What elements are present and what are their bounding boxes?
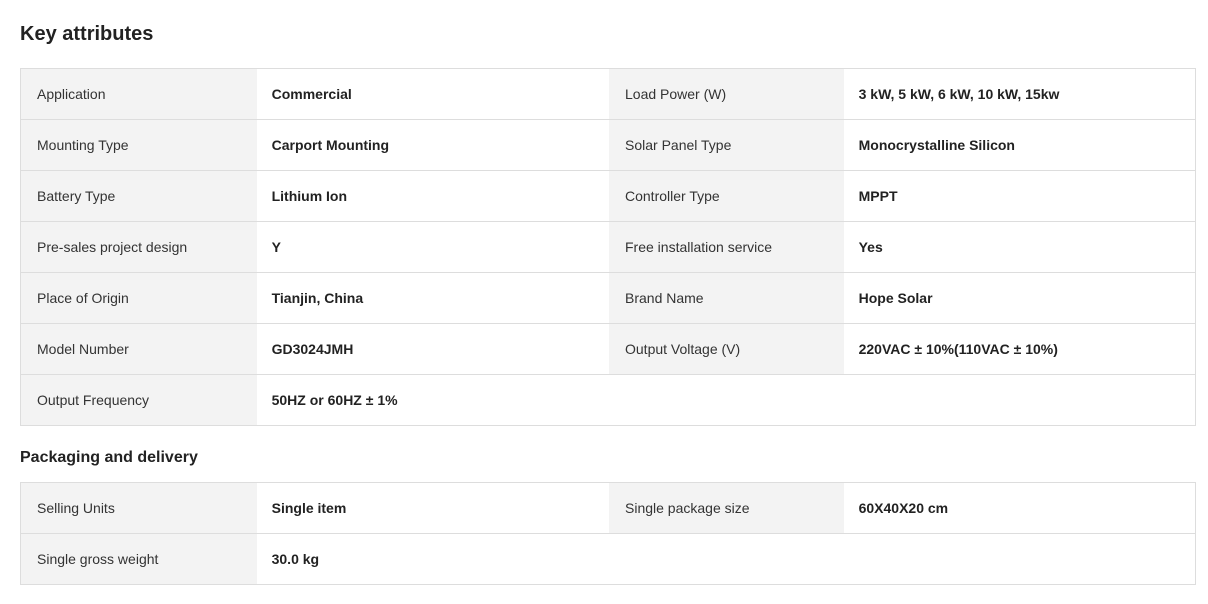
empty-cell	[609, 534, 844, 584]
empty-cell	[609, 375, 844, 425]
table-row: Pre-sales project design Y Free installa…	[21, 222, 1195, 273]
product-attributes-page: Key attributes Application Commercial Lo…	[0, 0, 1208, 604]
packaging-delivery-title: Packaging and delivery	[20, 449, 198, 466]
attribute-value: Monocrystalline Silicon	[843, 120, 1195, 170]
attribute-label: Controller Type	[609, 171, 844, 221]
attribute-label: Mounting Type	[21, 120, 257, 170]
table-row: Single gross weight 30.0 kg	[21, 534, 1195, 585]
attribute-label: Brand Name	[609, 273, 844, 323]
key-attributes-title: Key attributes	[20, 23, 154, 45]
attribute-label: Model Number	[21, 324, 257, 374]
attribute-value: 3 kW, 5 kW, 6 kW, 10 kW, 15kw	[843, 69, 1195, 119]
table-row: Place of Origin Tianjin, China Brand Nam…	[21, 273, 1195, 324]
attribute-label: Selling Units	[21, 483, 257, 533]
attribute-value: Lithium Ion	[256, 171, 609, 221]
attribute-value: Yes	[843, 222, 1195, 272]
attribute-label: Free installation service	[609, 222, 844, 272]
attribute-value: Commercial	[256, 69, 609, 119]
empty-cell	[843, 375, 1195, 425]
table-row: Model Number GD3024JMH Output Voltage (V…	[21, 324, 1195, 375]
attribute-label: Single gross weight	[21, 534, 257, 584]
table-row: Mounting Type Carport Mounting Solar Pan…	[21, 120, 1195, 171]
attribute-label: Pre-sales project design	[21, 222, 257, 272]
key-attributes-table: Application Commercial Load Power (W) 3 …	[20, 68, 1196, 426]
attribute-value: Hope Solar	[843, 273, 1195, 323]
attribute-value: 60X40X20 cm	[843, 483, 1195, 533]
attribute-value: Tianjin, China	[256, 273, 609, 323]
attribute-value: MPPT	[843, 171, 1195, 221]
attribute-value: 220VAC ± 10%(110VAC ± 10%)	[843, 324, 1195, 374]
attribute-label: Single package size	[609, 483, 844, 533]
empty-cell	[843, 534, 1195, 584]
table-row: Battery Type Lithium Ion Controller Type…	[21, 171, 1195, 222]
attribute-label: Output Frequency	[21, 375, 257, 425]
attribute-value: 50HZ or 60HZ ± 1%	[256, 375, 610, 425]
attribute-value: 30.0 kg	[256, 534, 610, 584]
attribute-value: Carport Mounting	[256, 120, 609, 170]
table-row: Application Commercial Load Power (W) 3 …	[21, 69, 1195, 120]
attribute-label: Solar Panel Type	[609, 120, 844, 170]
packaging-table: Selling Units Single item Single package…	[20, 482, 1196, 585]
attribute-label: Application	[21, 69, 257, 119]
attribute-label: Load Power (W)	[609, 69, 844, 119]
attribute-value: Single item	[256, 483, 609, 533]
table-row: Output Frequency 50HZ or 60HZ ± 1%	[21, 375, 1195, 426]
table-row: Selling Units Single item Single package…	[21, 483, 1195, 534]
attribute-label: Output Voltage (V)	[609, 324, 844, 374]
attribute-label: Battery Type	[21, 171, 257, 221]
attribute-label: Place of Origin	[21, 273, 257, 323]
attribute-value: Y	[256, 222, 609, 272]
attribute-value: GD3024JMH	[256, 324, 609, 374]
